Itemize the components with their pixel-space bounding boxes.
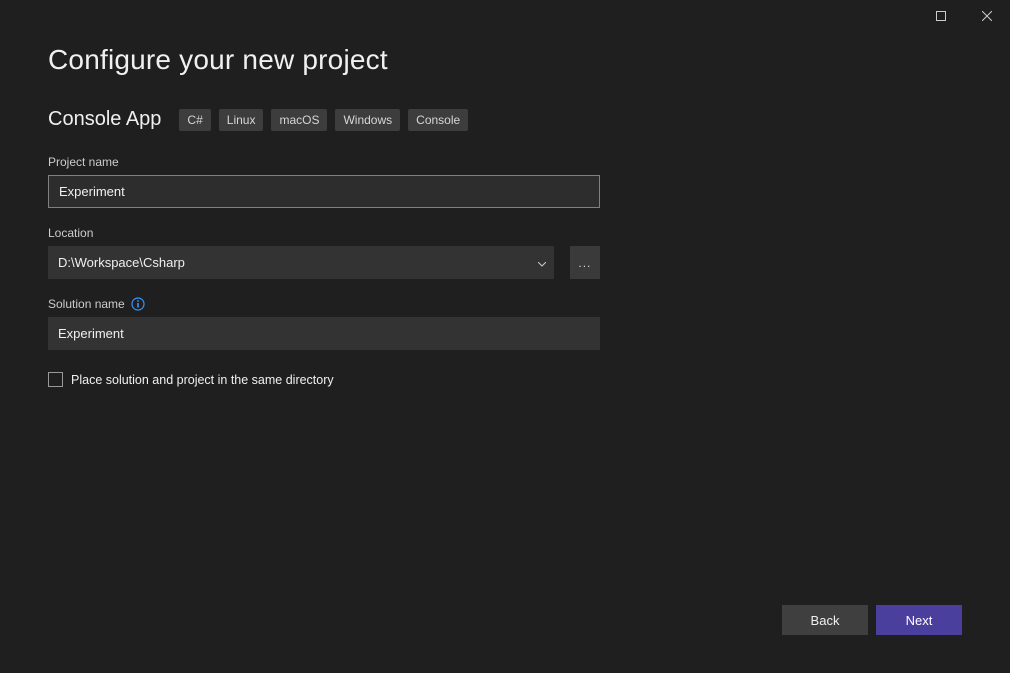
- solution-name-label: Solution name: [48, 297, 600, 311]
- location-input[interactable]: [48, 246, 554, 279]
- back-button[interactable]: Back: [782, 605, 868, 635]
- same-directory-checkbox[interactable]: [48, 372, 63, 387]
- location-label: Location: [48, 226, 600, 240]
- solution-name-label-text: Solution name: [48, 297, 125, 311]
- close-icon: [982, 11, 992, 21]
- location-field: Location ...: [48, 226, 600, 279]
- project-type-subtitle: Console App: [48, 108, 161, 131]
- window-titlebar: [918, 0, 1010, 32]
- project-name-label: Project name: [48, 155, 600, 169]
- maximize-icon: [936, 11, 946, 21]
- project-name-field: Project name: [48, 155, 600, 208]
- close-button[interactable]: [964, 0, 1010, 32]
- solution-name-field: Solution name: [48, 297, 600, 350]
- solution-name-input[interactable]: [48, 317, 600, 350]
- tag-console: Console: [408, 109, 468, 131]
- location-row: ...: [48, 246, 600, 279]
- subtitle-row: Console App C# Linux macOS Windows Conso…: [48, 108, 962, 131]
- same-directory-row: Place solution and project in the same d…: [48, 372, 962, 387]
- tag-linux: Linux: [219, 109, 264, 131]
- tag-windows: Windows: [335, 109, 400, 131]
- next-button[interactable]: Next: [876, 605, 962, 635]
- location-dropdown[interactable]: [48, 246, 554, 279]
- tag-macos: macOS: [271, 109, 327, 131]
- maximize-button[interactable]: [918, 0, 964, 32]
- tag-csharp: C#: [179, 109, 210, 131]
- main-content: Configure your new project Console App C…: [0, 0, 1010, 387]
- browse-button[interactable]: ...: [570, 246, 600, 279]
- info-icon[interactable]: [131, 297, 145, 311]
- same-directory-label[interactable]: Place solution and project in the same d…: [71, 373, 334, 387]
- project-name-input[interactable]: [48, 175, 600, 208]
- tag-list: C# Linux macOS Windows Console: [179, 109, 468, 131]
- page-title: Configure your new project: [48, 44, 962, 76]
- footer-buttons: Back Next: [782, 605, 962, 635]
